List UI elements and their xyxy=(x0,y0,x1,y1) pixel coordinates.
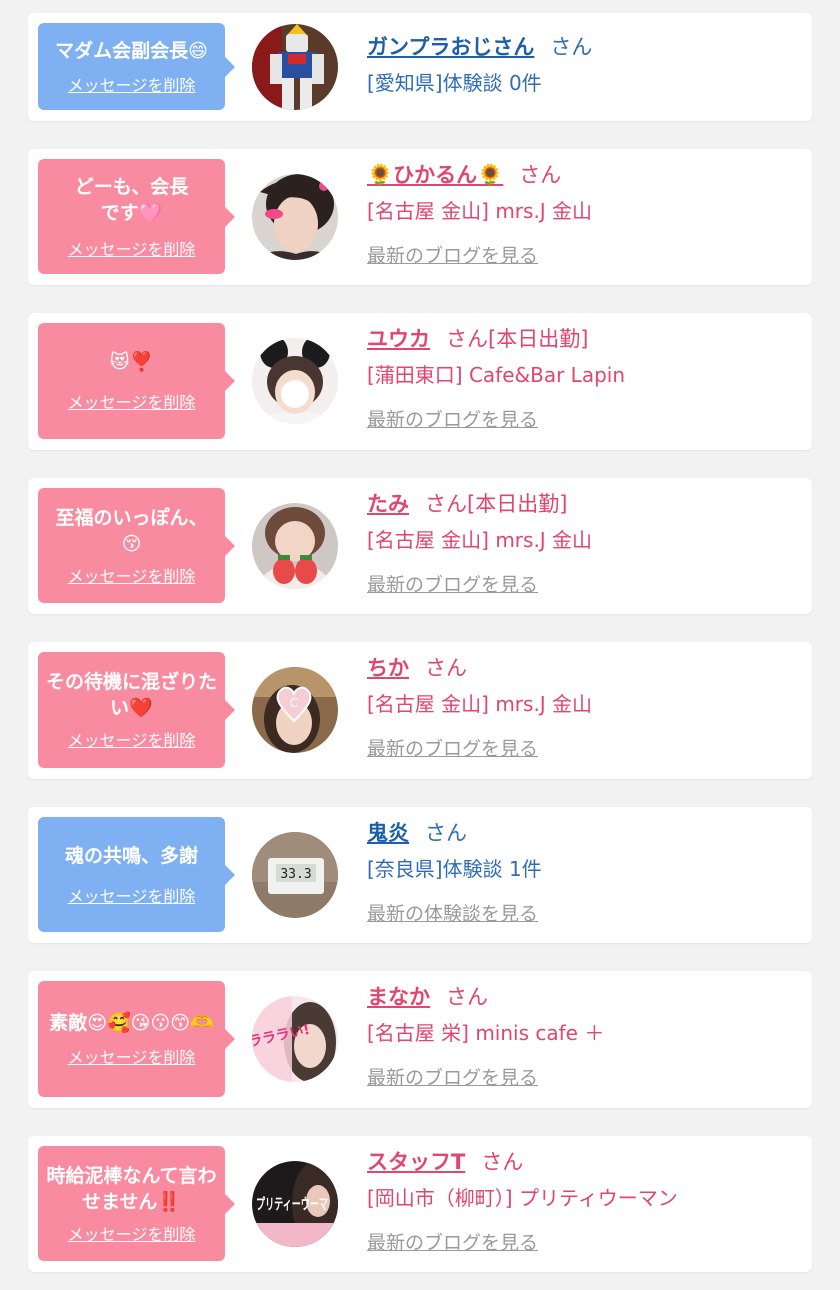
delete-message-link[interactable]: メッセージを削除 xyxy=(68,389,196,413)
logo-text: プリティーウーマ xyxy=(256,1195,328,1213)
list-item: 時給泥棒なんて言わせません‼️ メッセージを削除 プリティーウーマ スタッフT さ… xyxy=(28,1136,812,1272)
message-bubble: 魂の共鳴、多謝 メッセージを削除 xyxy=(38,817,235,932)
message-text: その待機に混ざりたい❤️ xyxy=(46,671,218,719)
user-info: スタッフT さん [岡山市（柳町）] プリティウーマン 最新のブログを見る xyxy=(367,1148,678,1256)
list-item: 😻❣️ メッセージを削除 ユウカ さん[本日出勤] [蒲田東口] Cafe&Bar… xyxy=(28,313,812,450)
user-name-link[interactable]: たみ xyxy=(367,492,409,516)
user-info: ガンプラおじさん さん [愛知県]体験談 0件 xyxy=(367,33,592,97)
avatar[interactable]: プリティーウーマ xyxy=(252,1161,338,1247)
avatar[interactable]: ラララい! xyxy=(252,996,338,1082)
honorific: さん xyxy=(425,492,467,516)
honorific: さん xyxy=(519,163,562,187)
message-bubble: 素敵😍🥰😘😗😙🫶 メッセージを削除 xyxy=(38,981,235,1097)
strawberry-photo-icon xyxy=(252,503,338,589)
user-location: [岡山市（柳町）] プリティウーマン xyxy=(367,1186,678,1210)
magazine-photo-icon: ラララい! xyxy=(252,996,338,1082)
avatar[interactable] xyxy=(252,24,338,110)
svg-text:C: C xyxy=(290,696,298,710)
delete-message-link[interactable]: メッセージを削除 xyxy=(68,727,196,751)
user-location: [奈良県]体験談 1件 xyxy=(367,857,542,881)
woman-photo-icon xyxy=(252,174,338,260)
user-location: [名古屋 金山] mrs.J 金山 xyxy=(367,528,593,552)
user-name-link[interactable]: 🌻ひかるん🌻 xyxy=(367,163,503,187)
latest-blog-link[interactable]: 最新のブログを見る xyxy=(367,407,625,433)
avatar[interactable] xyxy=(252,174,338,260)
user-name-link[interactable]: まなか xyxy=(367,985,430,1009)
delete-message-link[interactable]: メッセージを削除 xyxy=(68,236,196,260)
message-text: 素敵😍🥰😘😗😙🫶 xyxy=(49,1012,214,1034)
user-name-link[interactable]: 鬼炎 xyxy=(367,821,409,845)
avatar[interactable] xyxy=(252,503,338,589)
latest-blog-link[interactable]: 最新のブログを見る xyxy=(367,572,592,598)
avatar[interactable]: C xyxy=(252,667,338,753)
message-text: 😻❣️ xyxy=(109,351,154,373)
heart-sticker-photo-icon: C xyxy=(252,667,338,753)
user-name-link[interactable]: スタッフT xyxy=(367,1150,465,1174)
delete-message-link[interactable]: メッセージを削除 xyxy=(68,72,196,96)
thermostat-reading: 33.3 xyxy=(280,867,311,882)
user-location: [名古屋 金山] mrs.J 金山 xyxy=(367,199,593,223)
message-bubble: マダム会副会長😄 メッセージを削除 xyxy=(38,23,235,110)
avatar[interactable]: 33.3 xyxy=(252,832,338,918)
user-info: 鬼炎 さん [奈良県]体験談 1件 最新の体験談を見る xyxy=(367,819,542,927)
list-item: どーも、会長です🩷 メッセージを削除 🌻ひかるん🌻 さん [名古屋 金山] mrs… xyxy=(28,149,812,285)
latest-blog-link[interactable]: 最新のブログを見る xyxy=(367,736,592,762)
list-item: その待機に混ざりたい❤️ メッセージを削除 C ちか さん [名古屋 金山] mr… xyxy=(28,642,812,779)
message-text: 時給泥棒なんて言わせません‼️ xyxy=(46,1164,217,1213)
thermostat-photo-icon: 33.3 xyxy=(252,832,338,918)
user-info: まなか さん [名古屋 栄] minis cafe ＋ 最新のブログを見る xyxy=(367,983,604,1091)
honorific: さん xyxy=(425,656,467,680)
user-name-link[interactable]: ちか xyxy=(367,656,409,680)
delete-message-link[interactable]: メッセージを削除 xyxy=(68,1221,196,1245)
latest-blog-link[interactable]: 最新のブログを見る xyxy=(367,243,592,269)
user-name-link[interactable]: ガンプラおじさん xyxy=(367,35,534,59)
message-bubble: 時給泥棒なんて言わせません‼️ メッセージを削除 xyxy=(38,1146,235,1261)
user-name-link[interactable]: ユウカ xyxy=(367,327,430,351)
user-location: [名古屋 栄] minis cafe ＋ xyxy=(367,1021,605,1045)
user-location: [蒲田東口] Cafe&Bar Lapin xyxy=(367,363,626,387)
message-bubble: 至福のいっぽん、😚 メッセージを削除 xyxy=(38,488,235,603)
honorific: さん xyxy=(446,985,488,1009)
user-info: ユウカ さん[本日出勤] [蒲田東口] Cafe&Bar Lapin 最新のブログ… xyxy=(367,325,625,433)
status-suffix: [本日出勤] xyxy=(467,492,568,516)
delete-message-link[interactable]: メッセージを削除 xyxy=(68,1044,196,1068)
message-bubble: 😻❣️ メッセージを削除 xyxy=(38,323,235,439)
user-info: ちか さん [名古屋 金山] mrs.J 金山 最新のブログを見る xyxy=(367,654,592,762)
list-item: 魂の共鳴、多謝 メッセージを削除 33.3 鬼炎 さん [奈良県]体験談 1件 最… xyxy=(28,807,812,943)
list-item: 至福のいっぽん、😚 メッセージを削除 たみ さん[本日出勤] [名古屋 金山] m… xyxy=(28,478,812,614)
avatar[interactable] xyxy=(252,338,338,424)
list-item: 素敵😍🥰😘😗😙🫶 メッセージを削除 ラララい! まなか さん [名古屋 栄] mi… xyxy=(28,971,812,1108)
delete-message-link[interactable]: メッセージを削除 xyxy=(68,883,196,907)
message-list: マダム会副会長😄 メッセージを削除 ガンプラおじさん さん [愛知県]体験談 0件 xyxy=(0,0,840,1290)
message-text: 至福のいっぽん、😚 xyxy=(55,506,208,555)
user-info: 🌻ひかるん🌻 さん [名古屋 金山] mrs.J 金山 最新のブログを見る xyxy=(367,161,592,269)
honorific: さん xyxy=(446,327,488,351)
message-bubble: その待機に混ざりたい❤️ メッセージを削除 xyxy=(38,652,235,768)
robot-figure-photo-icon xyxy=(252,24,338,110)
message-text: 魂の共鳴、多謝 xyxy=(64,844,198,867)
user-location: [愛知県]体験談 0件 xyxy=(367,71,542,95)
latest-blog-link[interactable]: 最新のブログを見る xyxy=(367,1065,604,1091)
honorific: さん xyxy=(425,821,467,845)
latest-blog-link[interactable]: 最新のブログを見る xyxy=(367,1230,678,1256)
honorific: さん xyxy=(481,1150,524,1174)
user-info: たみ さん[本日出勤] [名古屋 金山] mrs.J 金山 最新のブログを見る xyxy=(367,490,592,598)
user-location: [名古屋 金山] mrs.J 金山 xyxy=(367,692,593,716)
message-bubble: どーも、会長です🩷 メッセージを削除 xyxy=(38,159,235,274)
pretty-woman-logo-icon: プリティーウーマ xyxy=(252,1161,338,1247)
list-item: マダム会副会長😄 メッセージを削除 ガンプラおじさん さん [愛知県]体験談 0件 xyxy=(28,13,812,121)
latest-review-link[interactable]: 最新の体験談を見る xyxy=(367,901,542,927)
status-suffix: [本日出勤] xyxy=(488,327,589,351)
bunny-ears-photo-icon xyxy=(252,338,338,424)
message-text: どーも、会長です🩷 xyxy=(74,175,189,224)
honorific: さん xyxy=(550,35,593,59)
delete-message-link[interactable]: メッセージを削除 xyxy=(68,563,196,587)
message-text: マダム会副会長😄 xyxy=(55,39,208,62)
